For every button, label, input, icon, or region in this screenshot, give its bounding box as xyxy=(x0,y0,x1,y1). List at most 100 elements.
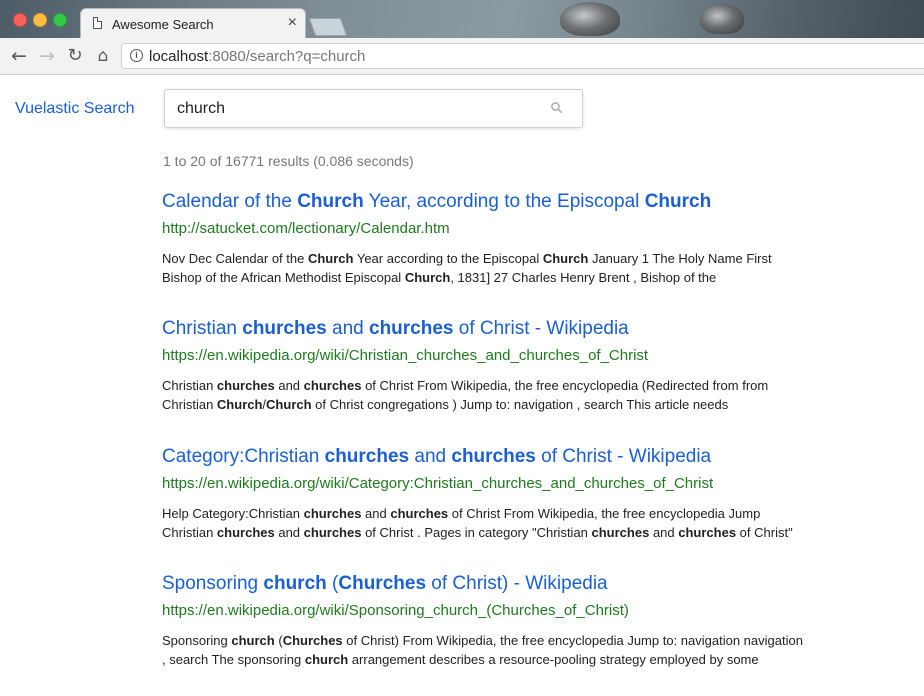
brand-link[interactable]: Vuelastic Search xyxy=(15,100,134,118)
back-arrow-icon[interactable]: ← xyxy=(8,45,30,67)
browser-tab[interactable]: Awesome Search × xyxy=(80,8,306,38)
snippet-highlight: churches xyxy=(303,525,362,540)
result-item: Christian churches and churches of Chris… xyxy=(162,318,842,414)
snippet-highlight: churches xyxy=(216,525,275,540)
browser-toolbar: ← → ↻ ⌂ i localhost:8080/search?q=church xyxy=(0,38,924,75)
snippet-text: ( xyxy=(274,633,283,648)
result-url: https://en.wikipedia.org/wiki/Sponsoring… xyxy=(162,602,629,619)
snippet-line: Nov Dec Calendar of the Church Year acco… xyxy=(162,249,842,268)
result-snippet: Help Category:Christian churches and chu… xyxy=(162,504,842,542)
snippet-text: of Christ congregations ) Jump to: navig… xyxy=(311,397,729,412)
minimize-window-button[interactable] xyxy=(33,13,47,27)
result-title-link[interactable]: Christian churches and churches of Chris… xyxy=(162,318,842,340)
info-icon[interactable]: i xyxy=(130,49,143,62)
tab-close-icon[interactable]: × xyxy=(288,14,297,32)
snippet-text: and xyxy=(649,525,679,540)
snippet-text: Christian xyxy=(162,397,217,412)
result-snippet: Sponsoring church (Churches of Christ) F… xyxy=(162,631,842,669)
snippet-text: Christian xyxy=(162,378,217,393)
snippet-highlight: churches xyxy=(303,506,362,521)
zoom-window-button[interactable] xyxy=(53,13,67,27)
snippet-line: Bishop of the African Methodist Episcopa… xyxy=(162,268,842,287)
result-item: Category:Christian churches and churches… xyxy=(162,446,842,542)
snippet-highlight: Church xyxy=(266,397,312,412)
result-title-text: Sponsoring xyxy=(162,573,264,594)
result-item: Calendar of the Church Year, according t… xyxy=(162,191,842,287)
snippet-text: Nov Dec Calendar of the xyxy=(162,251,308,266)
result-title-highlight: churches xyxy=(451,446,536,467)
snippet-text: arrangement describes a resource-pooling… xyxy=(348,652,759,667)
result-title-text: Category:Christian xyxy=(162,446,325,467)
wallpaper-bird xyxy=(560,2,620,36)
snippet-text: of Christ From Wikipedia, the free encyc… xyxy=(361,378,769,393)
snippet-line: , search The sponsoring church arrangeme… xyxy=(162,650,842,669)
reload-icon[interactable]: ↻ xyxy=(64,45,86,67)
search-page: Vuelastic Search 1 to 20 of 16771 result… xyxy=(0,75,924,696)
result-title-text: of Christ - Wikipedia xyxy=(535,446,712,467)
snippet-highlight: churches xyxy=(390,506,449,521)
snippet-text: Bishop of the African Methodist Episcopa… xyxy=(162,270,405,285)
snippet-text: Sponsoring xyxy=(162,633,232,648)
result-title-highlight: churches xyxy=(369,318,454,339)
snippet-text: January 1 The Holy Name First xyxy=(588,251,772,266)
result-title-link[interactable]: Category:Christian churches and churches… xyxy=(162,446,842,468)
result-title-highlight: Churches xyxy=(338,573,427,594)
snippet-highlight: churches xyxy=(678,525,737,540)
result-title-highlight: church xyxy=(263,573,327,594)
result-url: http://satucket.com/lectionary/Calendar.… xyxy=(162,220,450,237)
search-box[interactable] xyxy=(164,89,583,128)
result-title-highlight: churches xyxy=(324,446,410,467)
result-title-text: of Christ) - Wikipedia xyxy=(426,573,608,594)
snippet-highlight: Church xyxy=(404,270,451,285)
result-url: https://en.wikipedia.org/wiki/Christian_… xyxy=(162,347,649,364)
address-bar[interactable]: i localhost:8080/search?q=church xyxy=(121,43,924,69)
result-title-text: of Christ - Wikipedia xyxy=(453,318,629,339)
snippet-text: and xyxy=(274,378,304,393)
snippet-text: and xyxy=(361,506,391,521)
snippet-line: Christian churches and churches of Chris… xyxy=(162,523,842,542)
result-url: https://en.wikipedia.org/wiki/Category:C… xyxy=(162,475,714,492)
result-count: 1 to 20 of 16771 results (0.086 seconds) xyxy=(163,153,414,169)
result-snippet: Christian churches and churches of Chris… xyxy=(162,376,842,414)
new-tab-button[interactable] xyxy=(308,18,348,36)
snippet-highlight: church xyxy=(304,652,349,667)
result-title-highlight: churches xyxy=(242,318,327,339)
close-window-button[interactable] xyxy=(13,13,27,27)
wallpaper-bird xyxy=(700,4,744,34)
result-title-text: Christian xyxy=(162,318,243,339)
snippet-text: Christian xyxy=(162,525,217,540)
snippet-highlight: Church xyxy=(307,251,354,266)
address-url[interactable]: localhost:8080/search?q=church xyxy=(149,48,365,65)
result-title-link[interactable]: Calendar of the Church Year, according t… xyxy=(162,191,842,213)
result-title-highlight: Church xyxy=(297,191,364,212)
snippet-text: and xyxy=(274,525,304,540)
snippet-highlight: Church xyxy=(542,251,589,266)
result-title-text: and xyxy=(326,318,369,339)
snippet-highlight: churches xyxy=(591,525,650,540)
snippet-highlight: churches xyxy=(303,378,362,393)
result-title-text: ( xyxy=(326,573,339,594)
snippet-line: Christian churches and churches of Chris… xyxy=(162,376,842,395)
result-title-text: Calendar of the xyxy=(162,191,298,212)
search-icon[interactable] xyxy=(551,102,562,113)
snippet-highlight: church xyxy=(231,633,275,648)
result-snippet: Nov Dec Calendar of the Church Year acco… xyxy=(162,249,842,287)
result-title-link[interactable]: Sponsoring church (Churches of Christ) -… xyxy=(162,573,842,595)
snippet-text: of Christ) From Wikipedia, the free ency… xyxy=(342,633,803,648)
forward-arrow-icon[interactable]: → xyxy=(36,45,58,67)
search-input[interactable] xyxy=(177,98,537,120)
result-title-text: Year, according to the Episcopal xyxy=(363,191,645,212)
page-icon xyxy=(93,17,102,29)
snippet-text: of Christ From Wikipedia, the free encyc… xyxy=(448,506,761,521)
snippet-text: , 1831] 27 Charles Henry Brent , Bishop … xyxy=(450,270,717,285)
snippet-line: Help Category:Christian churches and chu… xyxy=(162,504,842,523)
url-host: localhost xyxy=(149,48,209,65)
home-icon[interactable]: ⌂ xyxy=(92,45,114,67)
snippet-text: Help Category:Christian xyxy=(162,506,304,521)
window-titlebar: Awesome Search × xyxy=(0,0,924,38)
snippet-text: of Christ . Pages in category "Christian xyxy=(361,525,592,540)
snippet-highlight: Churches xyxy=(282,633,343,648)
url-path: :8080/search?q=church xyxy=(208,48,366,65)
snippet-highlight: Church xyxy=(216,397,263,412)
snippet-text: of Christ" xyxy=(736,525,793,540)
